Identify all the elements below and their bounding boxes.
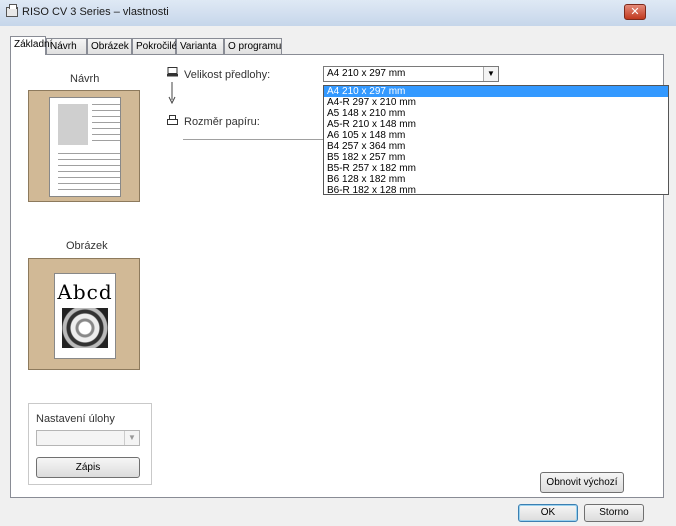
flower-image [62, 308, 108, 348]
original-size-value: A4 210 x 297 mm [327, 68, 406, 79]
list-item[interactable]: A6 105 x 148 mm [324, 130, 668, 141]
size-options-list[interactable]: A4 210 x 297 mm A4-R 297 x 210 mm A5 148… [323, 85, 669, 195]
store-button[interactable]: Zápis [36, 457, 140, 478]
paper-size-label: Rozměr papíru: [184, 116, 260, 128]
close-button[interactable]: ✕ [624, 4, 646, 20]
tab-obrazek[interactable]: Obrázek [87, 38, 132, 54]
image-preview: Abcd [28, 258, 140, 370]
tab-varianta[interactable]: Varianta [176, 38, 224, 54]
list-item[interactable]: B5 182 x 257 mm [324, 152, 668, 163]
original-size-select[interactable]: A4 210 x 297 mm ▼ [323, 66, 499, 82]
tab-o-programu[interactable]: O programu [224, 38, 282, 54]
list-item[interactable]: B6 128 x 182 mm [324, 174, 668, 185]
printer-icon [6, 4, 18, 17]
chevron-down-icon[interactable]: ▼ [124, 431, 139, 445]
monitor-icon [167, 67, 178, 77]
list-item[interactable]: A4 210 x 297 mm [324, 86, 668, 97]
text-lines [92, 104, 120, 146]
list-item[interactable]: B6-R 182 x 128 mm [324, 185, 668, 194]
sample-text: Abcd [57, 280, 113, 304]
list-item[interactable]: A5-R 210 x 148 mm [324, 119, 668, 130]
tab-zakladni[interactable]: Základní [10, 36, 52, 55]
image-page: Abcd [54, 273, 116, 359]
text-lines [58, 153, 120, 195]
chevron-down-icon[interactable]: ▼ [483, 67, 498, 81]
arrow-down-icon [168, 82, 176, 104]
restore-defaults-button[interactable]: Obnovit výchozí [540, 472, 624, 493]
list-item[interactable]: A4-R 297 x 210 mm [324, 97, 668, 108]
title-bar: RISO CV 3 Series – vlastnosti ✕ [0, 0, 676, 27]
cancel-button[interactable]: Storno [584, 504, 644, 522]
tab-navrh[interactable]: Návrh [46, 38, 87, 54]
job-settings-select[interactable]: ▼ [36, 430, 140, 446]
original-size-label: Velikost předlohy: [184, 69, 271, 81]
layout-preview-label: Návrh [70, 73, 100, 85]
divider [183, 139, 323, 140]
ok-button[interactable]: OK [518, 504, 578, 522]
image-preview-label: Obrázek [66, 240, 108, 252]
list-item[interactable]: A5 148 x 210 mm [324, 108, 668, 119]
layout-page [49, 97, 121, 197]
tab-pokrocile[interactable]: Pokročilé [132, 38, 177, 54]
paper-icon [167, 115, 178, 125]
layout-preview [28, 90, 140, 202]
list-item[interactable]: B5-R 257 x 182 mm [324, 163, 668, 174]
list-item[interactable]: B4 257 x 364 mm [324, 141, 668, 152]
window-title: RISO CV 3 Series – vlastnosti [22, 6, 169, 18]
image-placeholder [58, 104, 88, 145]
job-settings-label: Nastavení úlohy [36, 413, 115, 425]
